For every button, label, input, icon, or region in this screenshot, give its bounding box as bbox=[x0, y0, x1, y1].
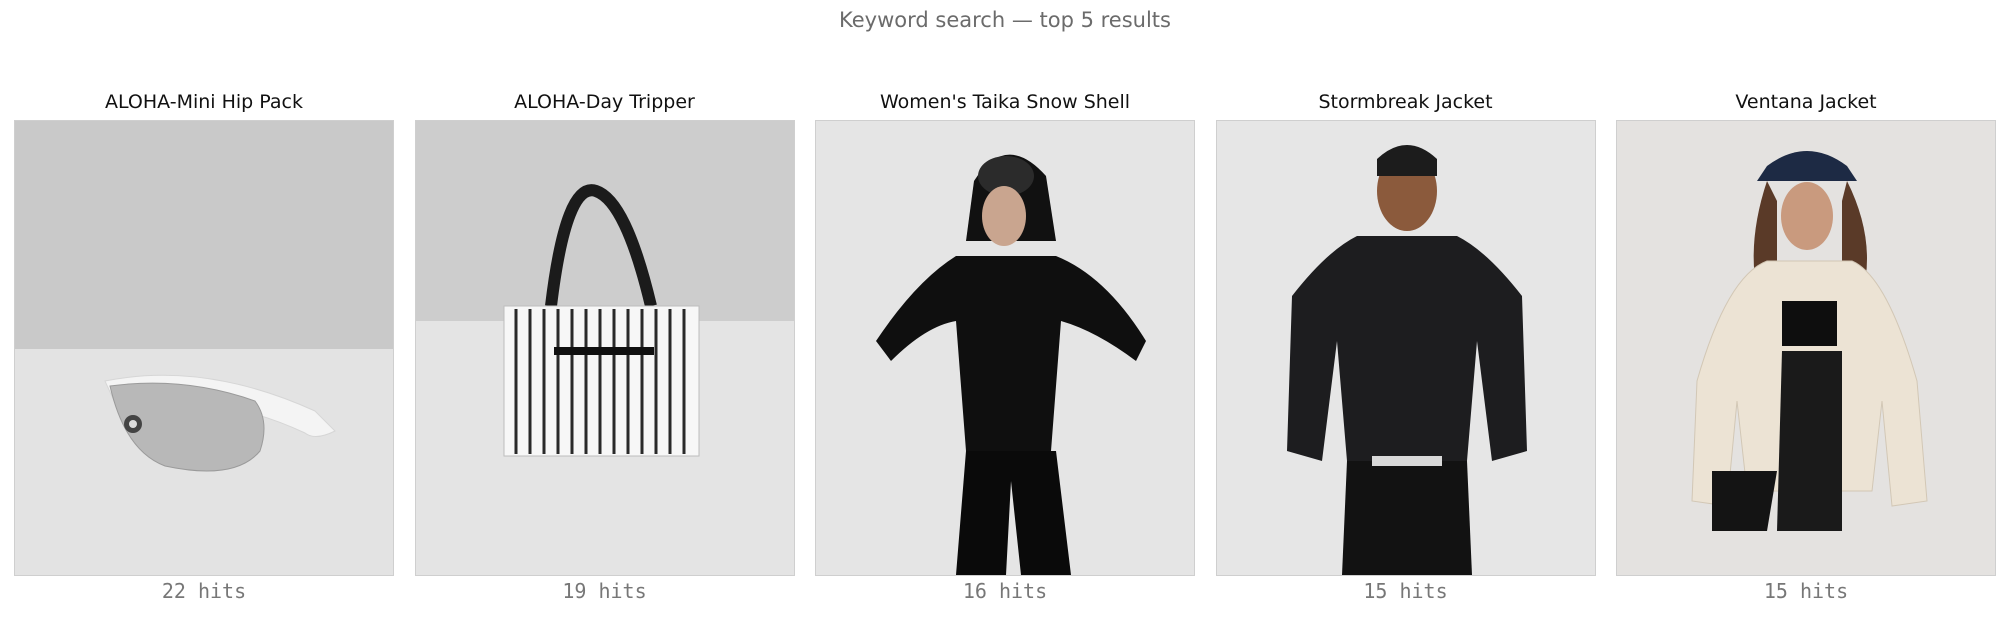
hit-count: 15 hits bbox=[1363, 579, 1448, 603]
result-card[interactable]: Stormbreak Jacket 15 hits bbox=[1215, 88, 1596, 603]
product-name[interactable]: Ventana Jacket bbox=[1735, 88, 1876, 116]
product-name[interactable]: ALOHA-Day Tripper bbox=[514, 88, 695, 116]
page-title: Keyword search — top 5 results bbox=[839, 8, 1171, 32]
product-name[interactable]: Women's Taika Snow Shell bbox=[880, 88, 1130, 116]
tote-bag-image[interactable] bbox=[414, 120, 795, 576]
product-name[interactable]: ALOHA-Mini Hip Pack bbox=[105, 88, 303, 116]
result-card[interactable]: ALOHA-Day Tripper 19 hits bbox=[414, 88, 795, 603]
ventana-jacket-image[interactable] bbox=[1616, 120, 1996, 576]
hit-count: 15 hits bbox=[1763, 579, 1849, 603]
stormbreak-jacket-image[interactable] bbox=[1215, 120, 1596, 576]
result-card[interactable]: ALOHA-Mini Hip Pack 22 hits bbox=[14, 88, 394, 603]
result-card[interactable]: Women's Taika Snow Shell 16 hits bbox=[815, 88, 1195, 603]
hit-count: 16 hits bbox=[962, 579, 1048, 603]
results-grid: ALOHA-Mini Hip Pack 22 hits ALOHA-Day Tr… bbox=[14, 88, 1996, 603]
hit-count: 22 hits bbox=[161, 579, 247, 603]
product-name[interactable]: Stormbreak Jacket bbox=[1318, 88, 1492, 116]
hit-count: 19 hits bbox=[562, 579, 647, 603]
hip-pack-image[interactable] bbox=[14, 120, 394, 576]
snow-shell-jacket-image[interactable] bbox=[815, 120, 1195, 576]
result-card[interactable]: Ventana Jacket 15 hits bbox=[1616, 88, 1996, 603]
